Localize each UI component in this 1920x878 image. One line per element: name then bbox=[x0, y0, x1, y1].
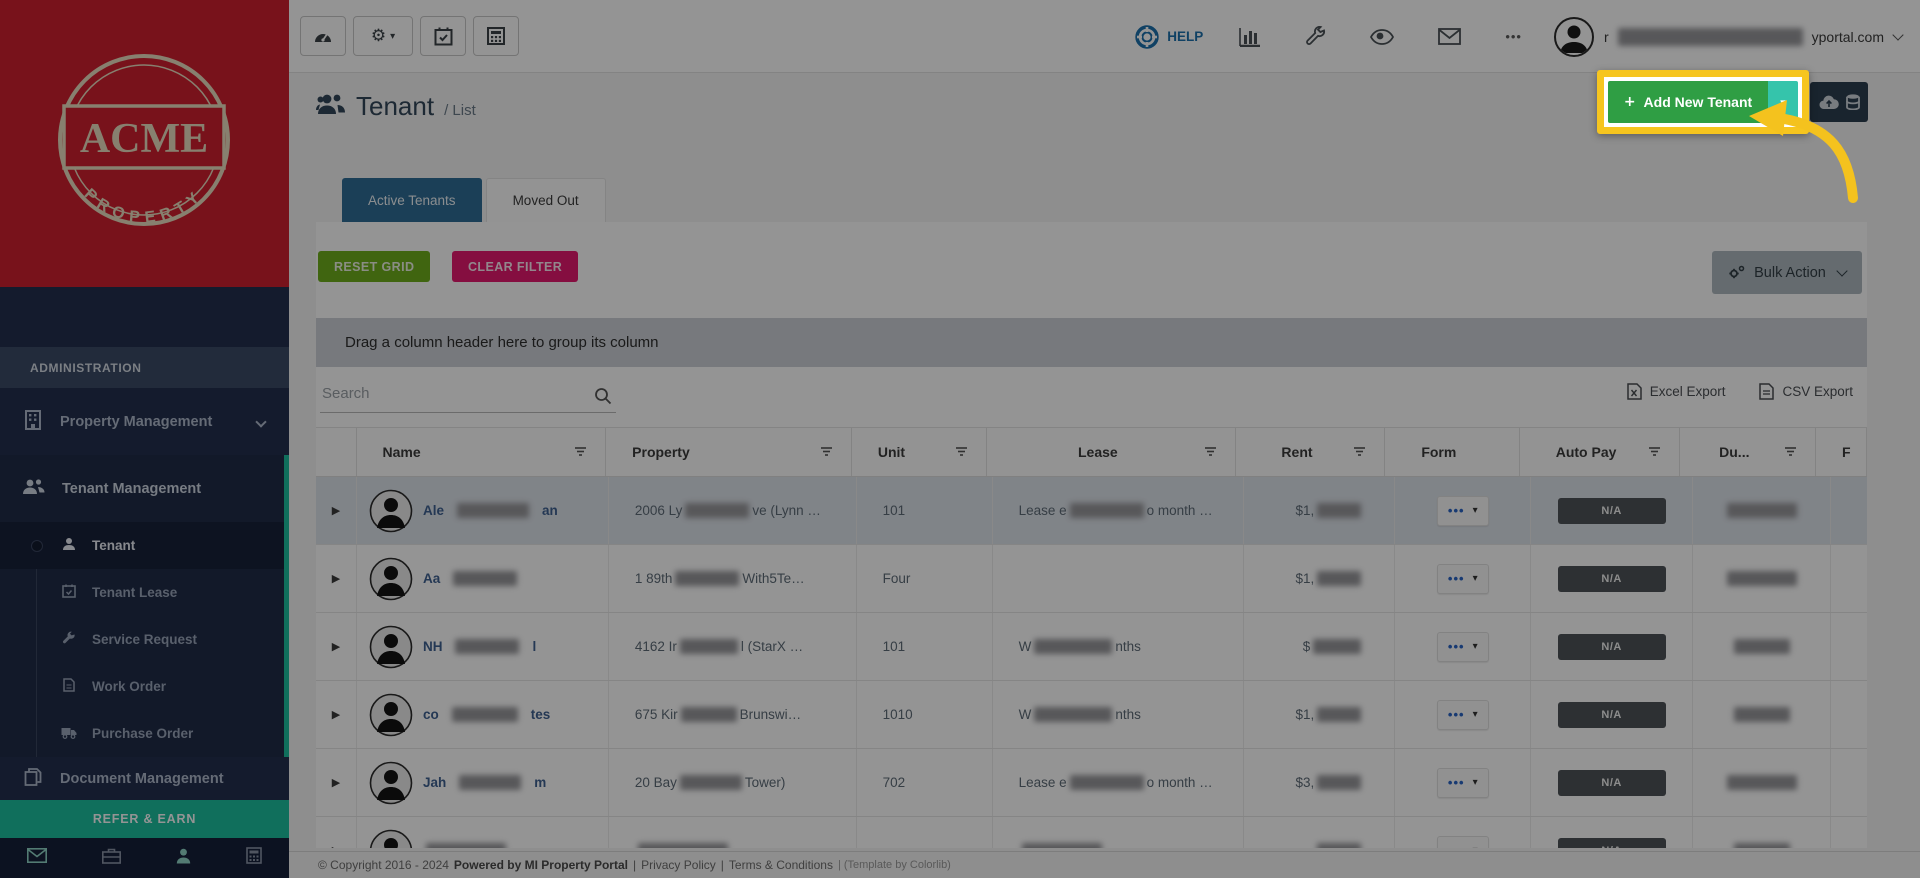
add-new-tenant-highlight: + Add New Tenant ▾ bbox=[1597, 70, 1809, 134]
app-window: ACME PROPERTY ADMINISTRATION Property Ma… bbox=[0, 0, 1920, 878]
add-new-tenant-label: Add New Tenant bbox=[1643, 94, 1753, 110]
add-new-tenant-button[interactable]: + Add New Tenant bbox=[1608, 81, 1768, 123]
add-tenant-split-caret[interactable]: ▾ bbox=[1768, 81, 1798, 123]
plus-icon: + bbox=[1623, 94, 1636, 110]
